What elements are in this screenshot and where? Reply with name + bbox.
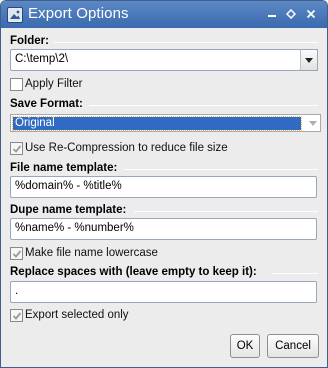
divider <box>89 105 318 106</box>
apply-filter-checkbox[interactable] <box>10 78 23 91</box>
save-format-label: Save Format: <box>10 98 83 110</box>
apply-filter-label: Apply Filter <box>25 78 83 90</box>
export-options-dialog: Export Options Folder: C:\temp\2\ Apply … <box>0 0 328 368</box>
close-icon[interactable] <box>305 9 317 21</box>
export-selected-label: Export selected only <box>25 309 129 321</box>
file-name-template-label: File name template: <box>10 162 118 174</box>
file-name-template-input[interactable]: %domain% - %title% <box>10 176 317 198</box>
maximize-icon[interactable] <box>285 8 297 21</box>
recompression-label: Use Re-Compression to reduce file size <box>25 142 228 154</box>
title-bar[interactable]: Export Options <box>1 1 327 28</box>
chevron-down-icon <box>305 58 313 63</box>
folder-input[interactable]: C:\temp\2\ <box>10 49 301 71</box>
window-title: Export Options <box>28 5 129 22</box>
checkmark-icon <box>12 145 22 153</box>
dupe-name-template-label: Dupe name template: <box>10 204 127 216</box>
folder-dropdown-button[interactable] <box>300 49 318 71</box>
minimize-icon[interactable] <box>266 9 278 21</box>
picture-icon <box>7 7 23 23</box>
divider <box>272 273 318 274</box>
export-selected-checkbox[interactable] <box>10 309 23 322</box>
divider <box>124 169 318 170</box>
ok-button[interactable]: OK <box>230 334 260 358</box>
cancel-button[interactable]: Cancel <box>267 334 319 358</box>
lowercase-checkbox[interactable] <box>10 247 23 260</box>
recompression-checkbox[interactable] <box>10 142 23 155</box>
divider <box>134 211 318 212</box>
save-format-select[interactable]: Original <box>10 114 321 132</box>
dupe-name-template-input[interactable]: %name% - %number% <box>10 218 317 240</box>
replace-spaces-input[interactable]: . <box>10 281 317 303</box>
save-format-selected: Original <box>12 116 302 131</box>
divider <box>54 42 318 43</box>
chevron-down-icon <box>309 121 317 126</box>
lowercase-label: Make file name lowercase <box>25 247 158 259</box>
checkmark-icon <box>12 312 22 320</box>
folder-label: Folder: <box>10 35 49 47</box>
dialog-content: Folder: C:\temp\2\ Apply Filter Save For… <box>1 28 327 367</box>
checkmark-icon <box>12 250 22 258</box>
replace-spaces-label: Replace spaces with (leave empty to keep… <box>10 266 257 278</box>
